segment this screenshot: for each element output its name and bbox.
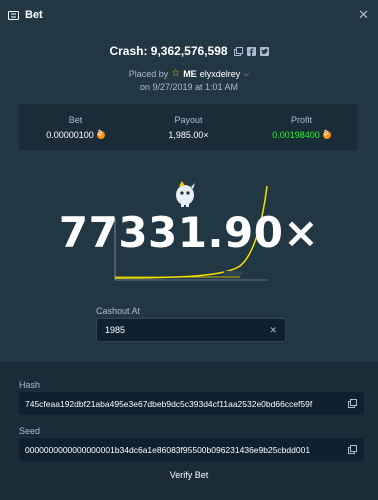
close-icon[interactable]: ✕ <box>358 7 369 23</box>
me-badge: ME <box>183 68 197 79</box>
copy-icon[interactable] <box>348 445 357 454</box>
placed-by-row: Placed by ☆ ME elyxdelrey ⌵ <box>0 68 378 79</box>
bitcoin-icon <box>96 130 105 139</box>
cashout-value: 1985 <box>105 325 126 335</box>
username-link[interactable]: elyxdelrey <box>200 69 241 79</box>
seed-label: Seed <box>19 426 41 436</box>
hash-field[interactable]: 745cfeaa192dbf21aba495e3e67dbeb9dc5c393d… <box>19 392 364 415</box>
twitter-icon[interactable] <box>259 46 269 56</box>
bitcoin-icon <box>322 130 331 139</box>
stat-profit-label: Profit <box>290 114 312 125</box>
modal-title: Bet <box>25 9 43 21</box>
close-icon[interactable]: ✕ <box>269 325 277 336</box>
crash-row: Crash: 9,362,576,598 <box>0 44 378 58</box>
stat-profit-value: 0.00198400 <box>272 129 320 140</box>
stat-bet-value-row: 0.00000100 <box>46 130 105 140</box>
star-icon: ☆ <box>171 68 181 79</box>
facebook-icon[interactable] <box>246 46 256 56</box>
bet-stats-panel: Bet 0.00000100 Payout 1,985.00× Profit 0… <box>19 104 358 150</box>
stat-profit: Profit 0.00198400 <box>245 104 358 150</box>
hash-label: Hash <box>19 380 41 390</box>
stat-payout-label: Payout <box>174 114 203 125</box>
stat-payout: Payout 1,985.00× <box>132 104 245 150</box>
hash-value: 745cfeaa192dbf21aba495e3e67dbeb9dc5c393d… <box>25 398 313 409</box>
crash-multiplier: 77331.90× <box>58 208 320 257</box>
stat-profit-value-row: 0.00198400 <box>272 130 331 140</box>
stat-payout-value: 1,985.00× <box>168 129 209 140</box>
bet-date: on 9/27/2019 at 1:01 AM <box>139 82 239 92</box>
stat-bet: Bet 0.00000100 <box>19 104 132 150</box>
placed-by-label: Placed by <box>128 68 169 79</box>
copy-icon[interactable] <box>233 46 243 56</box>
stat-bet-value: 0.00000100 <box>46 129 94 140</box>
cashout-label: Cashout At <box>96 306 141 316</box>
verify-bet-button[interactable]: Verify Bet <box>0 470 378 480</box>
copy-icon[interactable] <box>348 399 357 408</box>
graph-user-badge <box>224 271 242 276</box>
crash-mascot-icon <box>176 181 195 207</box>
seed-value: 0000000000000000001b34dc6a1e86083f95500b… <box>25 444 311 455</box>
crash-value: Crash: 9,362,576,598 <box>109 44 228 58</box>
chevron-down-icon[interactable]: ⌵ <box>243 69 249 79</box>
modal-header: Bet ✕ <box>0 0 378 30</box>
stat-bet-label: Bet <box>68 114 83 125</box>
seed-field[interactable]: 0000000000000000001b34dc6a1e86083f95500b… <box>19 438 364 461</box>
ticket-icon <box>8 10 19 20</box>
cashout-input[interactable]: 1985 ✕ <box>96 318 286 342</box>
